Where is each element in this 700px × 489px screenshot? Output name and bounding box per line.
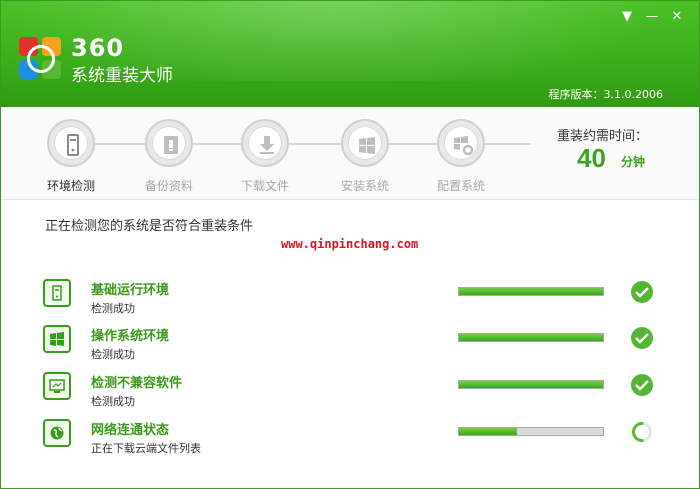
check-status: 正在下载云端文件列表: [91, 442, 201, 455]
app-window: 360 系统重装大师 ▼ — ✕ 程序版本：3.1.0.2006 环境检测 备份…: [0, 0, 700, 489]
step-label-configure: 配置系统: [436, 179, 485, 193]
progress-fill: [459, 428, 517, 435]
close-button[interactable]: ✕: [667, 7, 687, 27]
check-status: 检测成功: [91, 302, 135, 315]
watermark-text: www.qinpinchang.com: [281, 237, 419, 251]
time-value: 40: [577, 143, 606, 173]
backup-icon: [164, 136, 178, 154]
success-check-icon: [631, 327, 653, 349]
download-icon: [260, 136, 274, 154]
windows-icon: [359, 137, 375, 154]
step-download: [241, 119, 289, 167]
globe-icon: [43, 419, 71, 447]
menu-dropdown-button[interactable]: ▼: [617, 7, 637, 27]
computer-icon: [43, 279, 71, 307]
step-connector: [95, 143, 145, 145]
progress-bar: [458, 287, 604, 296]
step-connector: [389, 143, 437, 145]
success-check-icon: [631, 281, 653, 303]
success-check-icon: [631, 374, 653, 396]
version-label: 程序版本：3.1.0.2006: [548, 88, 663, 101]
step-connector: [485, 143, 531, 145]
step-environment: [47, 119, 95, 167]
progress-bar: [458, 427, 604, 436]
step-label-install: 安装系统: [340, 179, 389, 193]
brand-name: 系统重装大师: [71, 66, 173, 86]
step-configure: [437, 119, 485, 167]
computer-icon: [67, 134, 79, 156]
brand-number: 360: [71, 34, 125, 62]
check-status: 检测成功: [91, 395, 135, 408]
step-connector: [289, 143, 341, 145]
progress-fill: [459, 334, 603, 341]
page-title: 正在检测您的系统是否符合重装条件: [45, 219, 254, 234]
progress-bar: [458, 380, 604, 389]
settings-icon: [454, 136, 474, 156]
minimize-button[interactable]: —: [642, 7, 662, 27]
check-row-basic: 基础运行环境 检测成功: [1, 279, 699, 323]
check-row-network: 网络连通状态 正在下载云端文件列表: [1, 419, 699, 463]
check-row-software: 检测不兼容软件 检测成功: [1, 372, 699, 416]
step-label-backup: 备份资料: [144, 179, 193, 193]
check-status: 检测成功: [91, 348, 135, 361]
step-install: [341, 119, 389, 167]
step-label-download: 下载文件: [240, 179, 289, 193]
check-row-os: 操作系统环境 检测成功: [1, 325, 699, 369]
progress-fill: [459, 381, 603, 388]
progress-bar: [458, 333, 604, 342]
app-logo-icon: [19, 37, 63, 81]
step-connector: [193, 143, 241, 145]
time-unit: 分钟: [621, 155, 646, 169]
header: 360 系统重装大师 ▼ — ✕ 程序版本：3.1.0.2006: [1, 1, 699, 107]
step-backup: [145, 119, 193, 167]
step-progress: 环境检测 备份资料 下载文件 安装系统 配置系统 重装约需时间： 40 分钟: [1, 107, 699, 200]
monitor-icon: [43, 372, 71, 400]
progress-fill: [459, 288, 603, 295]
check-title: 基础运行环境: [91, 283, 170, 298]
step-label-environment: 环境检测: [46, 179, 95, 193]
check-title: 网络连通状态: [91, 423, 170, 438]
check-title: 操作系统环境: [91, 329, 170, 344]
time-title: 重装约需时间：: [557, 129, 649, 144]
windows-icon: [43, 325, 71, 353]
check-title: 检测不兼容软件: [91, 376, 183, 391]
loading-spinner-icon: [631, 422, 652, 442]
